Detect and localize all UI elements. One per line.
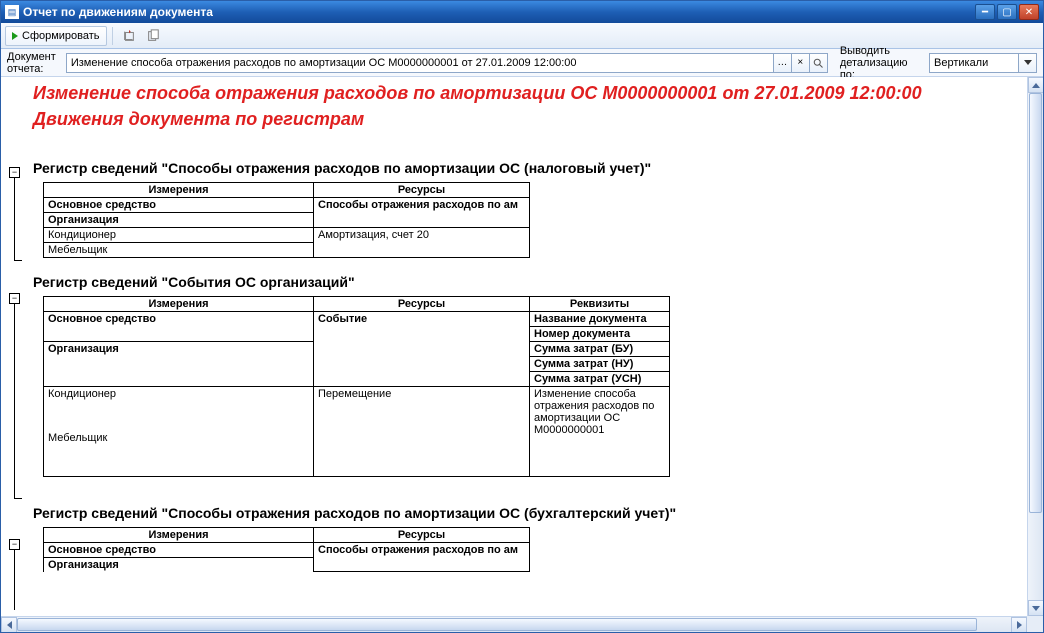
scroll-corner [1027, 616, 1043, 632]
outline-toggle-3[interactable]: − [9, 539, 20, 550]
detail-by-label: Выводить детализацию по: [840, 45, 923, 81]
scroll-left-button[interactable] [1, 617, 17, 632]
doc-picker-button[interactable]: … [774, 53, 792, 73]
res-row: Способы отражения расходов по ам [314, 197, 530, 227]
close-button[interactable]: ✕ [1019, 4, 1039, 20]
det-row: Название документа [530, 311, 670, 326]
data-cell: Кондиционер [44, 227, 314, 242]
det-row: Сумма затрат (УСН) [530, 371, 670, 386]
minimize-button[interactable]: ━ [975, 4, 995, 20]
report-body: Изменение способа отражения расходов по … [31, 77, 1027, 616]
detail-by-value: Вертикали [929, 53, 1019, 73]
app-icon: ▤ [5, 5, 19, 19]
play-icon [12, 32, 18, 40]
run-button[interactable]: Сформировать [5, 26, 107, 46]
run-button-label: Сформировать [22, 30, 100, 42]
dim-row: Основное средство [48, 313, 309, 325]
dim-row: Основное средство [44, 197, 314, 212]
report-subtitle: Движения документа по регистрам [33, 109, 1023, 130]
new-window-button[interactable] [118, 26, 140, 46]
toolbar-separator [112, 27, 113, 45]
vertical-scrollbar[interactable] [1027, 77, 1043, 616]
col-resources: Ресурсы [314, 182, 530, 197]
maximize-button[interactable]: ▢ [997, 4, 1017, 20]
det-row: Сумма затрат (НУ) [530, 356, 670, 371]
horizontal-scrollbar[interactable] [1, 616, 1027, 632]
col-dimensions: Измерения [44, 182, 314, 197]
col-details: Реквизиты [530, 296, 670, 311]
section-header-1: Регистр сведений "Способы отражения расх… [33, 160, 1023, 176]
doc-clear-button[interactable]: × [792, 53, 810, 73]
col-dimensions: Измерения [44, 527, 314, 542]
copy-button[interactable] [142, 26, 164, 46]
titlebar: ▤ Отчет по движениям документа ━ ▢ ✕ [1, 1, 1043, 23]
report-area: − − − Изменение способа отражения расход… [1, 77, 1043, 632]
dim-row: Основное средство [44, 542, 314, 557]
filterbar: Документ отчета: … × Выводить детализаци… [1, 49, 1043, 77]
window-title: Отчет по движениям документа [23, 5, 973, 19]
data-cell: Амортизация, счет 20 [314, 227, 530, 257]
outline-toggle-2[interactable]: − [9, 293, 20, 304]
det-row: Сумма затрат (БУ) [530, 341, 670, 356]
scroll-right-button[interactable] [1011, 617, 1027, 632]
chevron-down-icon[interactable] [1019, 53, 1037, 73]
detail-by-select[interactable]: Вертикали [929, 53, 1037, 73]
col-dimensions: Измерения [44, 296, 314, 311]
report-title: Изменение способа отражения расходов по … [33, 83, 1023, 105]
dim-row: Организация [44, 557, 314, 572]
det-row: Номер документа [530, 326, 670, 341]
data-cell: Кондиционер [48, 388, 309, 400]
section-1-table: Измерения Ресурсы Основное средство Спос… [43, 182, 530, 258]
scroll-down-button[interactable] [1028, 600, 1043, 616]
data-cell: Мебельщик [48, 432, 309, 444]
data-cell: Перемещение [314, 386, 530, 476]
doc-report-input[interactable] [66, 53, 774, 73]
scroll-up-button[interactable] [1028, 77, 1043, 93]
dim-row: Организация [44, 212, 314, 227]
section-header-3: Регистр сведений "Способы отражения расх… [33, 505, 1023, 521]
vertical-scroll-thumb[interactable] [1029, 93, 1042, 513]
res-row: Способы отражения расходов по ам [314, 542, 530, 572]
res-row: Событие [314, 311, 530, 386]
dim-row: Организация [44, 341, 314, 386]
outline-toggle-1[interactable]: − [9, 167, 20, 178]
section-3-table: Измерения Ресурсы Основное средство Спос… [43, 527, 530, 573]
data-cell: Изменение способа отражения расходов по … [530, 386, 670, 476]
section-2-table: Измерения Ресурсы Реквизиты Основное сре… [43, 296, 670, 477]
doc-report-label: Документ отчета: [7, 51, 60, 75]
col-resources: Ресурсы [314, 527, 530, 542]
col-resources: Ресурсы [314, 296, 530, 311]
data-cell: Мебельщик [44, 242, 314, 257]
section-header-2: Регистр сведений "События ОС организаций… [33, 274, 1023, 290]
doc-lookup-button[interactable] [810, 53, 828, 73]
horizontal-scroll-thumb[interactable] [17, 618, 977, 631]
outline-column: − − − [1, 77, 31, 616]
